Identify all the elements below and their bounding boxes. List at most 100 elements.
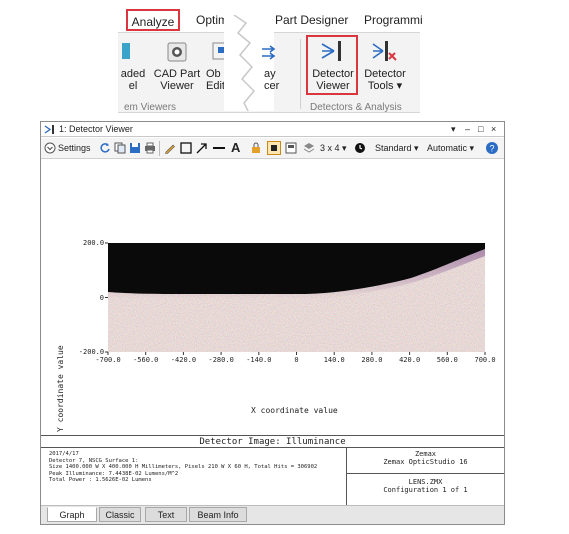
x-tick-label: -280.0	[208, 356, 234, 364]
ribbon: Analyze Optim Part Designer Programmi ad…	[118, 5, 423, 113]
detector-tools-button[interactable]: Detector Tools ▾	[360, 68, 410, 92]
settings-button[interactable]: Settings	[58, 141, 91, 156]
info-divider	[41, 447, 504, 448]
x-tick-label: 700.0	[474, 356, 496, 364]
partial-viewer-icon	[122, 43, 130, 59]
text-tool-icon[interactable]: A	[231, 140, 240, 155]
group-label-viewers: em Viewers	[124, 102, 177, 113]
x-tick-label: 560.0	[436, 356, 458, 364]
ray-trace-label-1: ay	[264, 68, 276, 80]
window-maximize-button[interactable]: □	[478, 122, 483, 136]
detector-tools-label-1: Detector	[364, 68, 406, 80]
ray-trace-label-2: cer	[264, 80, 280, 92]
x-tick-label: -560.0	[133, 356, 159, 364]
tab-graph[interactable]: Graph	[47, 507, 97, 522]
svg-text:?: ?	[489, 144, 494, 154]
window-title: 1: Detector Viewer	[59, 124, 133, 134]
info-file: LENS.ZMX Configuration 1 of 1	[347, 478, 504, 494]
y-axis-label: Y coordinate value	[56, 345, 65, 432]
ribbon-separator	[300, 39, 301, 109]
arrow-icon[interactable]	[196, 142, 208, 154]
info-title: Detector Image: Illuminance	[199, 437, 346, 447]
y-tick-marks	[105, 242, 108, 353]
layers-icon[interactable]	[303, 142, 315, 154]
view-tabs: Graph Classic Text Beam Info	[41, 505, 504, 524]
layout-icon[interactable]	[285, 142, 297, 154]
x-tick-label: -140.0	[246, 356, 272, 364]
automatic-dropdown[interactable]: Automatic ▾	[427, 141, 474, 156]
window-minimize-button[interactable]: –	[465, 122, 470, 136]
y-tick-label: 0	[99, 293, 105, 302]
toolbar-separator	[159, 141, 160, 156]
info-zemax: Zemax Zemax OpticStudio 16	[347, 450, 504, 466]
pencil-icon[interactable]	[164, 142, 176, 154]
info-file-name: LENS.ZMX	[408, 478, 443, 486]
tab-part-designer[interactable]: Part Designer	[275, 9, 348, 31]
detector-viewer-icon	[321, 41, 341, 61]
cad-part-viewer-label-2: Viewer	[160, 80, 194, 92]
detector-tools-icon	[372, 41, 397, 61]
settings-chevron-icon[interactable]	[44, 142, 56, 154]
tab-beam-info[interactable]: Beam Info	[189, 507, 247, 522]
line-icon[interactable]	[212, 142, 226, 154]
info-line-size: Size 1400.000 W X 400.000 H Millimeters,…	[49, 464, 318, 470]
copy-icon[interactable]	[114, 142, 126, 154]
ray-trace-button[interactable]: ay cer	[264, 68, 290, 92]
tab-programming[interactable]: Programmi	[364, 9, 423, 31]
window-menu-button[interactable]: ▾	[451, 122, 456, 136]
partial-viewer-label-2: el	[128, 80, 138, 92]
rectangle-icon[interactable]	[180, 142, 192, 154]
analysis-toolbar: Settings A 3 x 4 ▾ Standard ▾ Automatic …	[41, 138, 504, 159]
x-tick-label: 0	[294, 356, 299, 364]
x-tick-label: -420.0	[170, 356, 197, 364]
info-line-power: Total Power : 1.5626E-02 Lumens	[49, 477, 152, 483]
x-tick-label: 280.0	[361, 356, 383, 364]
detector-viewer-label-2: Viewer	[316, 80, 350, 92]
ray-trace-icon	[262, 45, 276, 60]
x-axis-label: X coordinate value	[251, 406, 338, 415]
window-titlebar: 1: Detector Viewer ▾ – □ ×	[41, 122, 504, 137]
save-icon[interactable]	[129, 142, 141, 154]
info-configuration: Configuration 1 of 1	[383, 486, 468, 494]
print-icon[interactable]	[144, 142, 156, 154]
y-tick-label: 200.0	[83, 239, 105, 247]
fit-window-icon[interactable]	[267, 141, 281, 155]
tab-classic[interactable]: Classic	[99, 507, 141, 522]
group-label-detectors: Detectors & Analysis	[310, 102, 402, 113]
y-tick-label: -200.0	[78, 348, 105, 356]
window-close-button[interactable]: ×	[491, 122, 496, 136]
torn-gap-decoration	[224, 15, 274, 111]
cad-part-viewer-label-1: CAD Part	[153, 68, 201, 80]
detector-viewer-button[interactable]: Detector Viewer	[308, 68, 358, 92]
heatmap-chart	[105, 242, 486, 355]
detector-viewer-label-1: Detector	[312, 68, 354, 80]
info-zemax-product: Zemax OpticStudio 16	[383, 458, 468, 466]
detector-tools-label-2: Tools ▾	[367, 80, 403, 92]
x-tick-marks	[107, 352, 486, 355]
lock-icon[interactable]	[250, 142, 262, 154]
help-icon[interactable]: ?	[485, 141, 499, 155]
partial-viewer-button[interactable]: aded el	[118, 68, 148, 92]
object-editor-label-2: Edit	[206, 80, 225, 92]
partial-viewer-label-1: aded	[120, 68, 146, 80]
info-zemax-company: Zemax	[414, 450, 437, 458]
plot-area: Y coordinate value -700.0 -560.0 -420.0 -28…	[41, 160, 504, 435]
info-right-divider	[346, 473, 504, 474]
object-editor-button[interactable]: Ob Edit	[206, 68, 226, 92]
info-details: 2017/4/17 Detector 7, NSCG Surface 1: Si…	[49, 451, 317, 484]
grid-size-dropdown[interactable]: 3 x 4 ▾	[320, 141, 347, 156]
window-app-icon	[44, 125, 54, 134]
x-tick-label: 140.0	[323, 356, 345, 364]
refresh-icon[interactable]	[99, 142, 111, 154]
cad-part-viewer-button[interactable]: CAD Part Viewer	[152, 68, 202, 92]
x-tick-label: 420.0	[399, 356, 421, 364]
tab-text[interactable]: Text	[145, 507, 187, 522]
tab-analyze[interactable]: Analyze	[126, 9, 180, 31]
heatmap-image	[108, 243, 485, 352]
detector-viewer-window: 1: Detector Viewer ▾ – □ × Settings A 3 …	[40, 121, 505, 525]
object-editor-label-1: Ob	[206, 68, 221, 80]
clock-icon[interactable]	[354, 142, 366, 154]
standard-dropdown[interactable]: Standard ▾	[375, 141, 419, 156]
detector-info-box: Detector Image: Illuminance 2017/4/17 De…	[41, 435, 504, 505]
cad-part-viewer-icon	[167, 42, 187, 62]
